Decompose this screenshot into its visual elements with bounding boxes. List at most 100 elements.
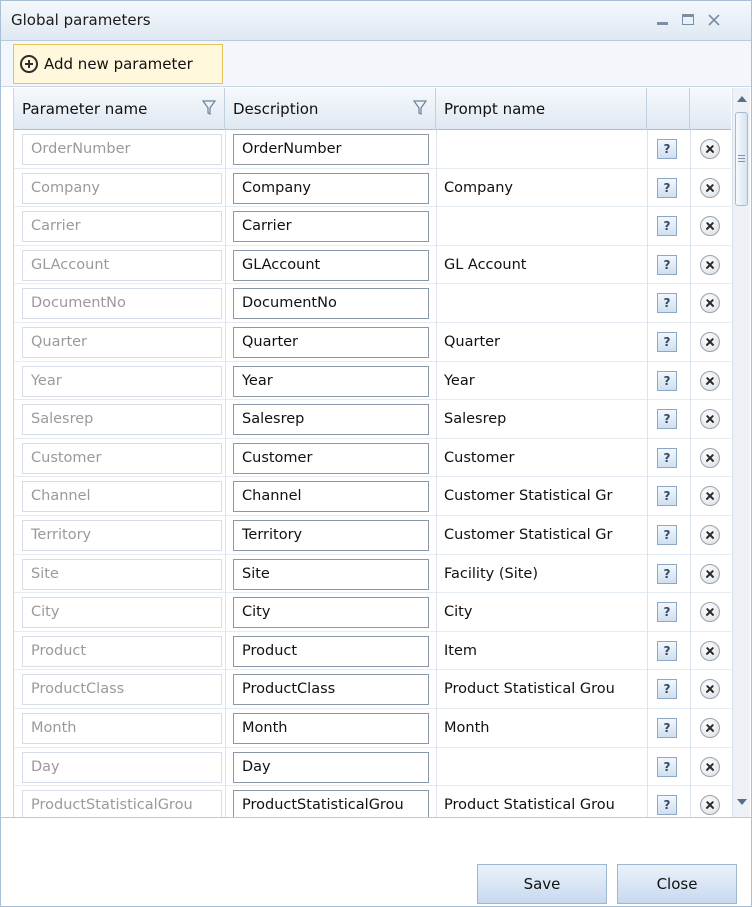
prompt-name-cell[interactable] xyxy=(444,211,646,242)
description-input[interactable]: Year xyxy=(233,365,429,397)
remove-icon[interactable] xyxy=(700,447,720,468)
prompt-name-cell[interactable]: Year xyxy=(444,366,646,397)
remove-icon[interactable] xyxy=(700,640,720,661)
filter-icon[interactable] xyxy=(413,100,427,116)
table-row: OrderNumber OrderNumber? xyxy=(14,130,731,169)
help-icon[interactable]: ? xyxy=(657,332,677,352)
remove-icon[interactable] xyxy=(700,718,720,738)
close-window-icon[interactable] xyxy=(705,11,723,29)
remove-icon[interactable] xyxy=(700,409,720,430)
remove-icon[interactable] xyxy=(700,177,720,198)
description-input[interactable]: Carrier xyxy=(233,211,429,243)
help-icon[interactable]: ? xyxy=(657,293,677,314)
description-input[interactable]: OrderNumber xyxy=(233,134,429,165)
table-row: Salesrep Salesrep Salesrep? xyxy=(14,400,731,439)
help-icon[interactable]: ? xyxy=(657,563,677,584)
scroll-up-icon[interactable] xyxy=(737,96,747,102)
description-input[interactable]: City xyxy=(233,597,429,629)
help-icon[interactable]: ? xyxy=(657,640,677,661)
help-icon[interactable]: ? xyxy=(657,525,677,545)
remove-icon[interactable] xyxy=(700,563,720,584)
help-icon[interactable]: ? xyxy=(657,795,677,816)
parameter-name-field: Company xyxy=(22,172,222,204)
prompt-name-cell[interactable]: Quarter xyxy=(444,327,646,358)
description-input[interactable]: GLAccount xyxy=(233,249,429,281)
prompt-name-cell[interactable]: Facility (Site) xyxy=(444,559,646,590)
remove-icon[interactable] xyxy=(700,795,720,816)
help-icon[interactable]: ? xyxy=(657,254,677,275)
description-input[interactable]: Company xyxy=(233,172,429,204)
remove-icon[interactable] xyxy=(700,332,720,352)
help-icon[interactable]: ? xyxy=(657,177,677,198)
remove-icon[interactable] xyxy=(700,602,720,623)
save-button[interactable]: Save xyxy=(477,864,607,904)
description-input[interactable]: Salesrep xyxy=(233,404,429,436)
column-divider xyxy=(225,245,226,285)
vertical-scrollbar[interactable] xyxy=(732,88,750,817)
description-input[interactable]: Channel xyxy=(233,481,429,513)
help-icon[interactable]: ? xyxy=(657,718,677,738)
prompt-name-cell[interactable]: Customer Statistical Gr xyxy=(444,520,646,551)
remove-icon[interactable] xyxy=(700,756,720,777)
prompt-name-cell[interactable]: Customer xyxy=(444,443,646,474)
prompt-name-cell[interactable] xyxy=(444,752,646,783)
prompt-name-cell[interactable]: Customer Statistical Gr xyxy=(444,481,646,512)
remove-icon[interactable] xyxy=(700,139,720,159)
remove-icon[interactable] xyxy=(700,525,720,545)
prompt-name-cell[interactable]: City xyxy=(444,597,646,628)
prompt-name-cell[interactable]: Month xyxy=(444,713,646,744)
prompt-name-cell[interactable]: GL Account xyxy=(444,250,646,281)
help-icon[interactable]: ? xyxy=(657,409,677,430)
prompt-name-cell[interactable]: Company xyxy=(444,173,646,204)
description-input[interactable]: Month xyxy=(233,713,429,744)
prompt-name-cell[interactable]: Item xyxy=(444,636,646,667)
prompt-name-cell[interactable]: Salesrep xyxy=(444,404,646,435)
remove-icon[interactable] xyxy=(700,293,720,314)
help-icon[interactable]: ? xyxy=(657,216,677,237)
column-divider xyxy=(690,361,691,401)
remove-icon[interactable] xyxy=(700,679,720,700)
description-input[interactable]: Quarter xyxy=(233,327,429,358)
add-parameter-button[interactable]: Add new parameter xyxy=(13,44,223,84)
title-bar[interactable]: Global parameters xyxy=(1,1,751,41)
help-icon[interactable]: ? xyxy=(657,447,677,468)
scroll-thumb[interactable] xyxy=(735,112,748,206)
description-input[interactable]: ProductClass xyxy=(233,674,429,706)
description-input[interactable]: Product xyxy=(233,635,429,667)
prompt-name-cell[interactable] xyxy=(444,134,646,165)
column-header-prompt-name[interactable]: Prompt name xyxy=(436,88,647,130)
filter-icon[interactable] xyxy=(202,100,216,116)
description-input[interactable]: Customer xyxy=(233,442,429,474)
parameter-name-field: Quarter xyxy=(22,327,222,358)
column-divider xyxy=(225,361,226,401)
minimize-icon[interactable] xyxy=(653,11,671,29)
column-header-description[interactable]: Description xyxy=(225,88,436,130)
help-icon[interactable]: ? xyxy=(657,756,677,777)
description-input[interactable]: Territory xyxy=(233,520,429,551)
description-input[interactable]: Site xyxy=(233,558,429,590)
remove-icon[interactable] xyxy=(700,216,720,237)
column-header-parameter-name[interactable]: Parameter name xyxy=(14,88,225,130)
maximize-icon[interactable] xyxy=(679,11,697,29)
parameter-name-field: Site xyxy=(22,558,222,590)
help-icon[interactable]: ? xyxy=(657,486,677,507)
description-input[interactable]: DocumentNo xyxy=(233,288,429,320)
column-divider xyxy=(690,747,691,787)
help-icon[interactable]: ? xyxy=(657,679,677,700)
prompt-name-cell[interactable] xyxy=(444,288,646,319)
plus-circle-icon xyxy=(20,55,38,73)
description-input[interactable]: Day xyxy=(233,751,429,783)
column-divider xyxy=(690,245,691,285)
description-input[interactable]: ProductStatisticalGrou xyxy=(233,790,429,817)
help-icon[interactable]: ? xyxy=(657,139,677,159)
prompt-name-cell[interactable]: Product Statistical Grou xyxy=(444,790,646,817)
column-divider xyxy=(647,130,648,169)
remove-icon[interactable] xyxy=(700,486,720,507)
prompt-name-cell[interactable]: Product Statistical Grou xyxy=(444,674,646,705)
close-button[interactable]: Close xyxy=(617,864,737,904)
scroll-down-icon[interactable] xyxy=(737,799,747,805)
remove-icon[interactable] xyxy=(700,370,720,391)
help-icon[interactable]: ? xyxy=(657,370,677,391)
help-icon[interactable]: ? xyxy=(657,602,677,623)
remove-icon[interactable] xyxy=(700,254,720,275)
